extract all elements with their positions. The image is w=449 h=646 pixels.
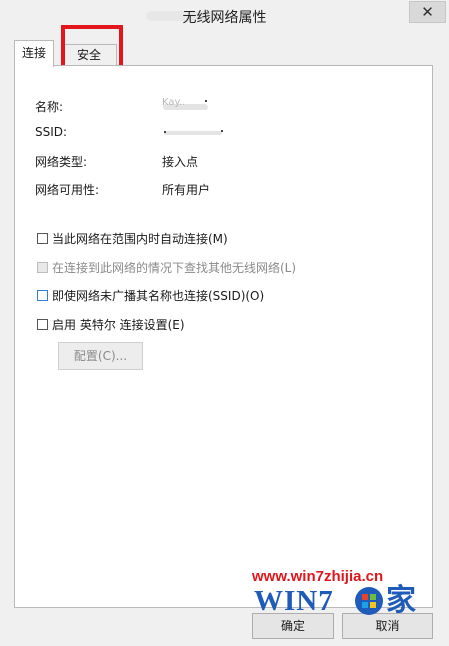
name-value: Kay.. — [162, 97, 186, 108]
ssid-label: SSID: — [35, 125, 68, 139]
watermark-logo-suffix: 家 — [386, 583, 416, 618]
intel-connection-settings-label[interactable]: 启用 英特尔 连接设置(E) — [52, 316, 185, 333]
network-type-label: 网络类型: — [35, 155, 88, 169]
network-availability-label: 网络可用性: — [35, 183, 100, 197]
window-title: 无线网络属性 — [182, 10, 267, 26]
connection-panel — [14, 65, 433, 608]
look-for-other-networks-label[interactable]: 在连接到此网络的情况下查找其他无线网络(L) — [52, 259, 296, 276]
look-for-other-networks-checkbox[interactable] — [37, 262, 48, 273]
redaction-dot — [205, 100, 207, 102]
network-availability-value: 所有用户 — [162, 183, 211, 197]
configure-button[interactable]: 配置(C)... — [58, 342, 143, 370]
connect-hidden-ssid-label[interactable]: 即使网络未广播其名称也连接(SSID)(O) — [52, 287, 264, 304]
watermark-url: www.win7zhijia.cn — [252, 568, 384, 585]
auto-connect-label[interactable]: 当此网络在范围内时自动连接(M) — [52, 230, 228, 247]
connect-hidden-ssid-checkbox[interactable] — [37, 290, 48, 301]
watermark-logo: WIN7 — [254, 585, 334, 617]
tab-connection[interactable]: 连接 — [14, 40, 54, 67]
redacted-ssid — [164, 131, 222, 135]
close-icon: ✕ — [421, 3, 434, 21]
redaction-dot — [221, 130, 223, 132]
redaction-dot — [164, 131, 166, 133]
windows-logo-icon — [355, 587, 383, 615]
close-button[interactable]: ✕ — [409, 1, 446, 23]
name-label: 名称: — [35, 100, 64, 114]
network-type-value: 接入点 — [162, 155, 199, 169]
auto-connect-checkbox[interactable] — [37, 233, 48, 244]
intel-connection-settings-checkbox[interactable] — [37, 319, 48, 330]
